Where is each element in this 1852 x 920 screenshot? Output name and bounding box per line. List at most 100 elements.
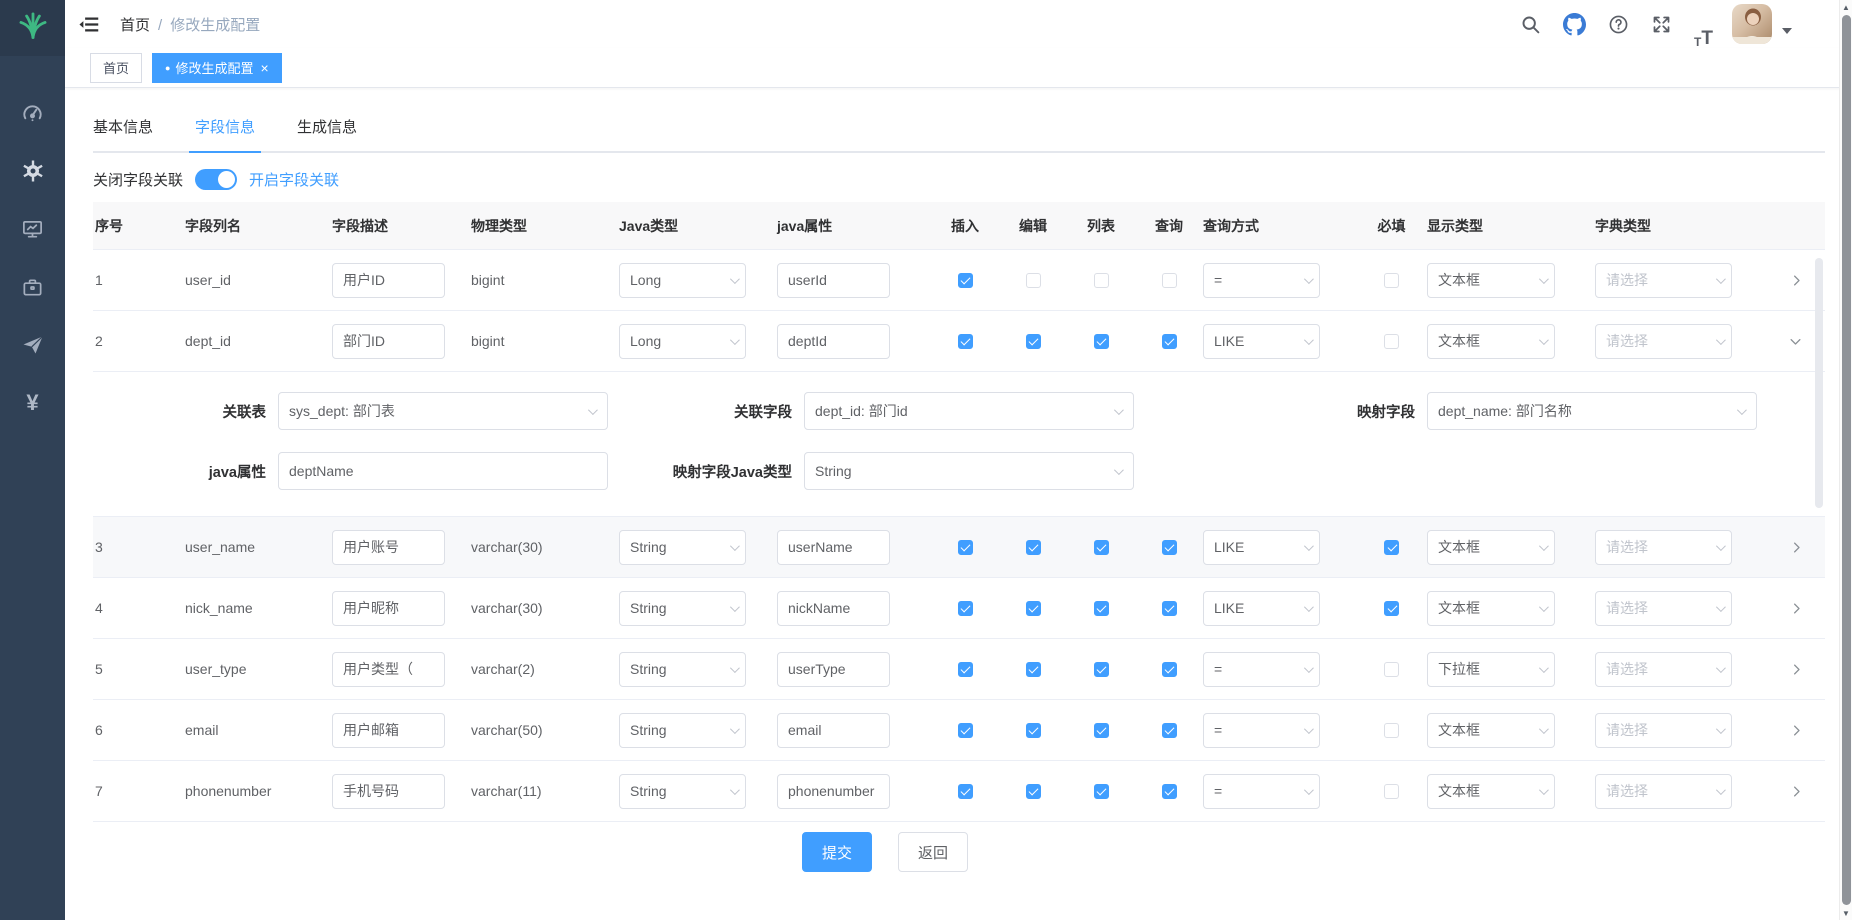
scroll-down-icon[interactable]: ▼ xyxy=(1842,906,1850,920)
dict-type-select[interactable]: 请选择 xyxy=(1595,263,1732,298)
github-icon[interactable] xyxy=(1552,0,1597,48)
query-method-select[interactable]: LIKE xyxy=(1203,591,1320,626)
table-scrollbar[interactable] xyxy=(1815,258,1823,508)
edit-checkbox[interactable] xyxy=(1026,784,1041,799)
description-input[interactable] xyxy=(332,713,445,748)
sidebar-item-monitor[interactable] xyxy=(0,200,65,258)
query-checkbox[interactable] xyxy=(1162,334,1177,349)
required-checkbox[interactable] xyxy=(1384,662,1399,677)
query-method-select[interactable]: = xyxy=(1203,263,1320,298)
query-checkbox[interactable] xyxy=(1162,540,1177,555)
tab-basic-info[interactable]: 基本信息 xyxy=(93,106,153,151)
java-type-select[interactable]: Long xyxy=(619,263,746,298)
tab-field-info[interactable]: 字段信息 xyxy=(195,106,255,151)
insert-checkbox[interactable] xyxy=(958,601,973,616)
query-method-select[interactable]: LIKE xyxy=(1203,530,1320,565)
java-type-select[interactable]: Long xyxy=(619,324,746,359)
expand-icon[interactable] xyxy=(1785,536,1807,558)
display-type-select[interactable]: 文本框 xyxy=(1427,263,1555,298)
sidebar-collapse-icon[interactable] xyxy=(65,0,114,48)
java-field-input[interactable] xyxy=(777,530,890,565)
query-checkbox[interactable] xyxy=(1162,662,1177,677)
sidebar-item-publish[interactable] xyxy=(0,316,65,374)
tag-current[interactable]: ● 修改生成配置 × xyxy=(152,53,282,83)
list-checkbox[interactable] xyxy=(1094,273,1109,288)
list-checkbox[interactable] xyxy=(1094,723,1109,738)
insert-checkbox[interactable] xyxy=(958,662,973,677)
edit-checkbox[interactable] xyxy=(1026,273,1041,288)
display-type-select[interactable]: 文本框 xyxy=(1427,530,1555,565)
description-input[interactable] xyxy=(332,652,445,687)
java-type-select[interactable]: String xyxy=(619,713,746,748)
java-field-input[interactable] xyxy=(777,263,890,298)
display-type-select[interactable]: 文本框 xyxy=(1427,591,1555,626)
expand-icon[interactable] xyxy=(1785,780,1807,802)
edit-checkbox[interactable] xyxy=(1026,723,1041,738)
search-icon[interactable] xyxy=(1509,0,1552,48)
required-checkbox[interactable] xyxy=(1384,540,1399,555)
edit-checkbox[interactable] xyxy=(1026,334,1041,349)
description-input[interactable] xyxy=(332,774,445,809)
query-checkbox[interactable] xyxy=(1162,601,1177,616)
expand-icon[interactable] xyxy=(1785,269,1807,291)
java-attr-input[interactable] xyxy=(278,452,608,490)
query-method-select[interactable]: = xyxy=(1203,713,1320,748)
font-size-icon[interactable]: TT xyxy=(1683,0,1724,48)
java-type-select[interactable]: String xyxy=(619,591,746,626)
list-checkbox[interactable] xyxy=(1094,784,1109,799)
query-checkbox[interactable] xyxy=(1162,273,1177,288)
description-input[interactable] xyxy=(332,530,445,565)
description-input[interactable] xyxy=(332,263,445,298)
app-logo[interactable] xyxy=(0,0,65,56)
query-method-select[interactable]: = xyxy=(1203,774,1320,809)
expand-icon[interactable] xyxy=(1785,597,1807,619)
dict-type-select[interactable]: 请选择 xyxy=(1595,530,1732,565)
insert-checkbox[interactable] xyxy=(958,334,973,349)
description-input[interactable] xyxy=(332,591,445,626)
table-scrollbar-thumb[interactable] xyxy=(1815,258,1823,508)
required-checkbox[interactable] xyxy=(1384,334,1399,349)
query-checkbox[interactable] xyxy=(1162,723,1177,738)
java-field-input[interactable] xyxy=(777,774,890,809)
display-type-select[interactable]: 文本框 xyxy=(1427,774,1555,809)
description-input[interactable] xyxy=(332,324,445,359)
tag-close-icon[interactable]: × xyxy=(260,61,268,75)
list-checkbox[interactable] xyxy=(1094,601,1109,616)
dict-type-select[interactable]: 请选择 xyxy=(1595,652,1732,687)
required-checkbox[interactable] xyxy=(1384,601,1399,616)
dict-type-select[interactable]: 请选择 xyxy=(1595,713,1732,748)
query-method-select[interactable]: LIKE xyxy=(1203,324,1320,359)
page-scrollbar[interactable]: ▲ ▼ xyxy=(1839,0,1852,920)
dict-type-select[interactable]: 请选择 xyxy=(1595,324,1732,359)
assoc-table-select[interactable]: sys_dept: 部门表 xyxy=(278,392,608,430)
page-scrollbar-thumb[interactable] xyxy=(1842,15,1851,905)
java-field-input[interactable] xyxy=(777,324,890,359)
query-checkbox[interactable] xyxy=(1162,784,1177,799)
required-checkbox[interactable] xyxy=(1384,723,1399,738)
edit-checkbox[interactable] xyxy=(1026,662,1041,677)
list-checkbox[interactable] xyxy=(1094,662,1109,677)
tag-home[interactable]: 首页 xyxy=(90,53,142,83)
dict-type-select[interactable]: 请选择 xyxy=(1595,774,1732,809)
map-field-select[interactable]: dept_name: 部门名称 xyxy=(1427,392,1757,430)
display-type-select[interactable]: 文本框 xyxy=(1427,713,1555,748)
scroll-up-icon[interactable]: ▲ xyxy=(1842,0,1850,14)
edit-checkbox[interactable] xyxy=(1026,601,1041,616)
edit-checkbox[interactable] xyxy=(1026,540,1041,555)
query-method-select[interactable]: = xyxy=(1203,652,1320,687)
relation-toggle[interactable] xyxy=(195,169,237,190)
required-checkbox[interactable] xyxy=(1384,784,1399,799)
java-type-select[interactable]: String xyxy=(619,774,746,809)
insert-checkbox[interactable] xyxy=(958,784,973,799)
dict-type-select[interactable]: 请选择 xyxy=(1595,591,1732,626)
java-field-input[interactable] xyxy=(777,713,890,748)
expand-icon[interactable] xyxy=(1785,330,1807,352)
tab-generate-info[interactable]: 生成信息 xyxy=(297,106,357,151)
back-button[interactable]: 返回 xyxy=(898,832,968,872)
sidebar-item-finance[interactable]: ¥ xyxy=(0,374,65,432)
submit-button[interactable]: 提交 xyxy=(802,832,872,872)
insert-checkbox[interactable] xyxy=(958,273,973,288)
list-checkbox[interactable] xyxy=(1094,540,1109,555)
expand-icon[interactable] xyxy=(1785,719,1807,741)
display-type-select[interactable]: 文本框 xyxy=(1427,324,1555,359)
